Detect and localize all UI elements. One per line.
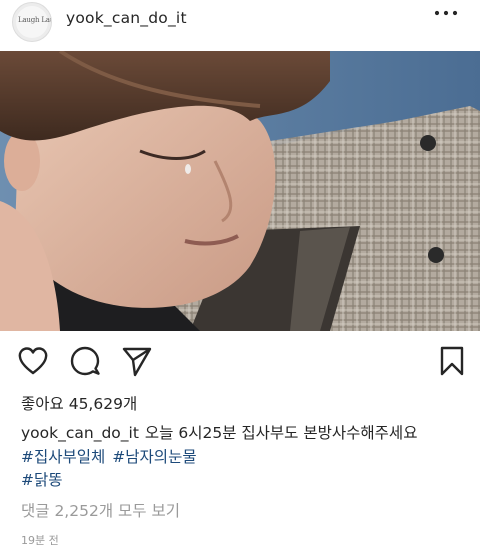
- avatar-handwriting: Laugh Laugh Laugh: [18, 16, 51, 24]
- photo-illustration: [0, 51, 480, 331]
- caption-line: yook_can_do_it 오늘 6시25분 집사부도 본방사수해주세요: [21, 422, 471, 446]
- paper-plane-icon[interactable]: [121, 345, 153, 377]
- caption-text: 오늘 6시25분 집사부도 본방사수해주세요: [144, 424, 418, 442]
- post-username[interactable]: yook_can_do_it: [66, 9, 187, 27]
- bookmark-icon[interactable]: [436, 345, 468, 377]
- view-comments-link[interactable]: 댓글 2,252개 모두 보기: [21, 499, 180, 521]
- hashtag-row: #집사부일체 #남자의눈물: [21, 446, 471, 470]
- caption-username[interactable]: yook_can_do_it: [21, 424, 139, 442]
- post-caption: yook_can_do_it 오늘 6시25분 집사부도 본방사수해주세요 #집사…: [21, 422, 471, 493]
- more-dots-icon[interactable]: [434, 9, 458, 33]
- hashtag-row: #닭똥: [21, 469, 471, 493]
- post-header: Laugh Laugh Laugh yook_can_do_it: [0, 0, 480, 50]
- hashtag-link[interactable]: #남자의눈물: [112, 448, 196, 466]
- post-photo[interactable]: [0, 51, 480, 331]
- comment-bubble-icon[interactable]: [69, 345, 101, 377]
- heart-icon[interactable]: [17, 345, 49, 377]
- post-actions: [0, 345, 480, 379]
- likes-count[interactable]: 좋아요 45,629개: [21, 392, 137, 414]
- post-timestamp: 19분 전: [21, 534, 59, 547]
- hashtag-link[interactable]: #닭똥: [21, 471, 63, 489]
- hashtag-link[interactable]: #집사부일체: [21, 448, 105, 466]
- avatar[interactable]: Laugh Laugh Laugh: [12, 2, 52, 42]
